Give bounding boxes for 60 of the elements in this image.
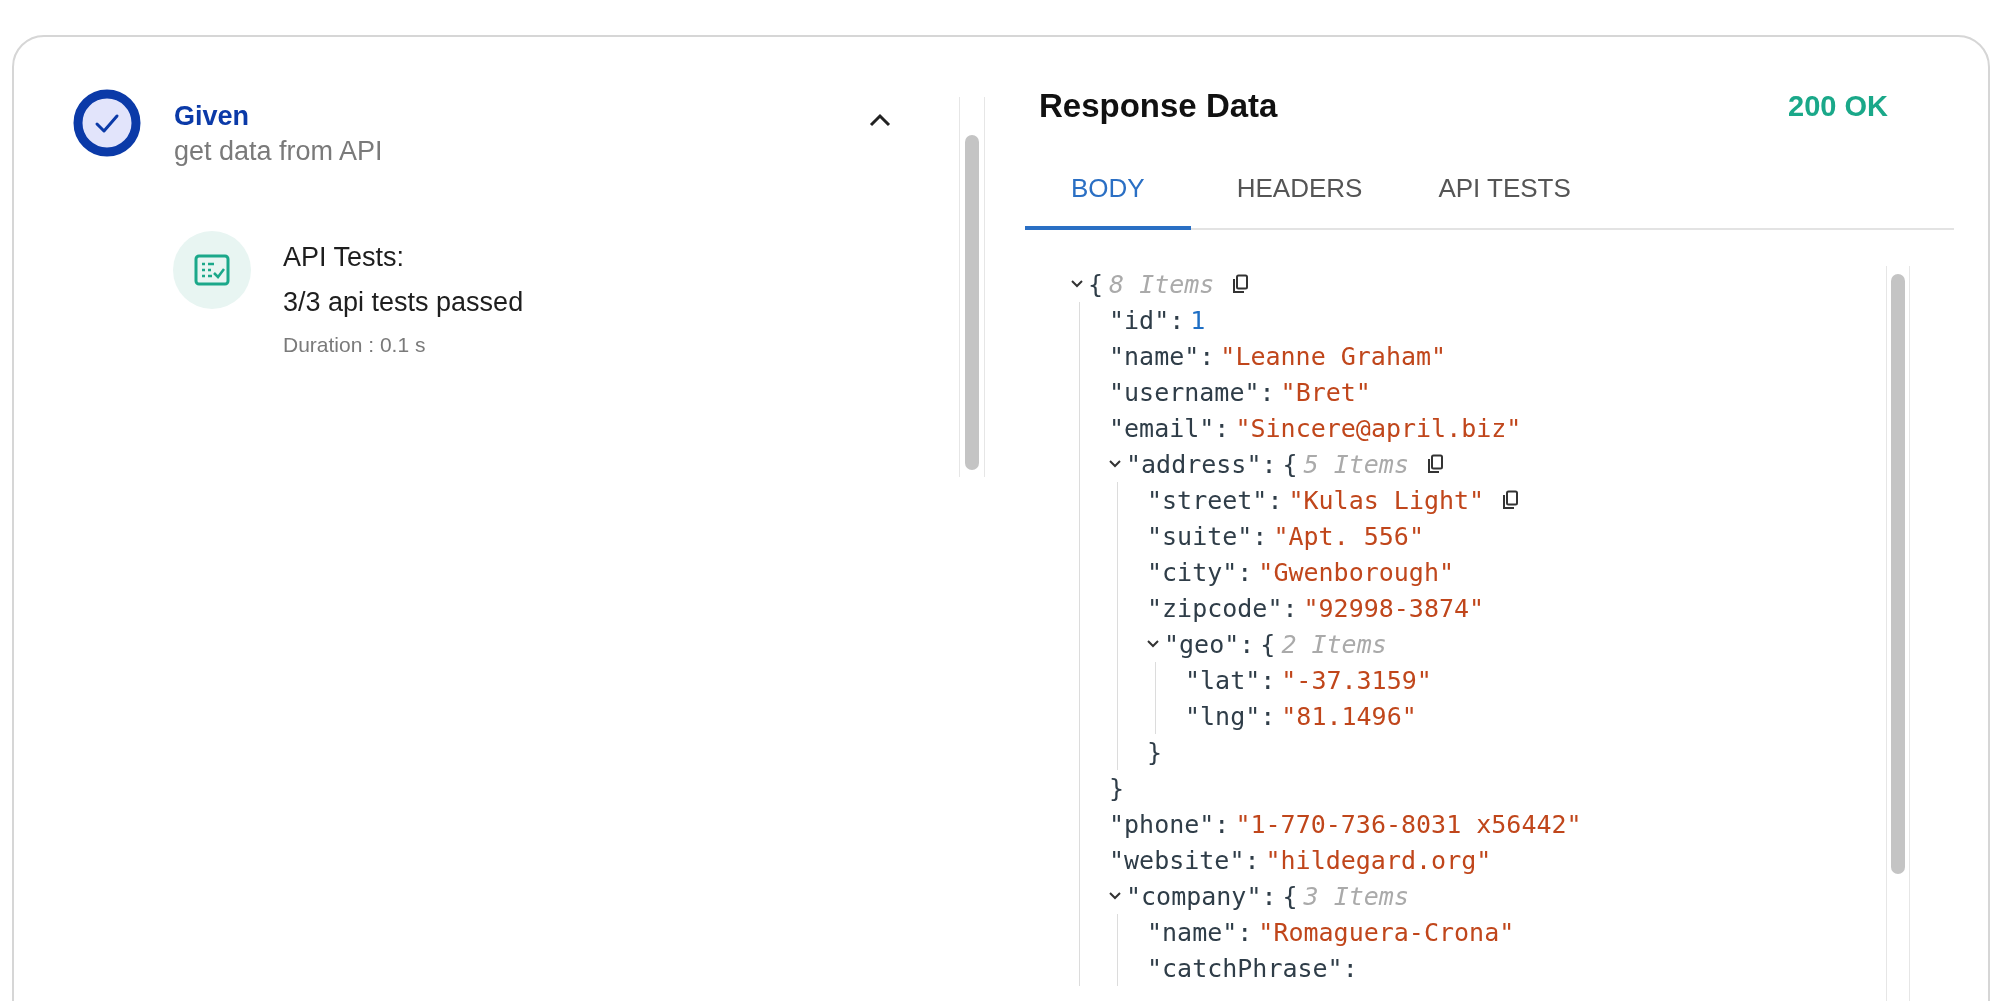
duration-text: Duration : 0.1 s	[283, 333, 427, 357]
item-count: 3 Items	[1303, 881, 1409, 911]
json-key: "company":	[1126, 881, 1277, 911]
json-value: "hildegard.org"	[1265, 845, 1492, 875]
json-key: "catchPhrase":	[1147, 953, 1358, 983]
json-key: "lng":	[1185, 701, 1276, 731]
chevron-down-icon[interactable]	[1109, 892, 1121, 900]
json-value: "1-770-736-8031 x56442"	[1235, 809, 1582, 839]
open-brace: {	[1088, 269, 1104, 299]
json-key: "zipcode":	[1147, 593, 1298, 623]
json-value: "Bret"	[1280, 377, 1371, 407]
json-value: "Kulas Light"	[1288, 485, 1485, 515]
result-summary: 3/3 api tests passed	[283, 286, 524, 319]
open-brace: {	[1282, 449, 1298, 479]
json-key: "lat":	[1185, 665, 1276, 695]
json-value: "Leanne Graham"	[1220, 341, 1447, 371]
json-key: "street":	[1147, 485, 1283, 515]
step-description: get data from API	[174, 135, 384, 168]
json-value: "Apt. 556"	[1273, 521, 1424, 551]
panel-title: Response Data	[1039, 87, 1278, 125]
chevron-down-icon[interactable]	[1109, 460, 1121, 468]
scrollbar[interactable]	[959, 97, 985, 477]
item-count: 2 Items	[1281, 629, 1387, 659]
item-count: 5 Items	[1303, 449, 1409, 479]
copy-icon[interactable]	[1232, 274, 1251, 294]
close-brace: }	[1147, 737, 1163, 767]
json-key: "name":	[1147, 917, 1253, 947]
open-brace: {	[1260, 629, 1276, 659]
close-brace: }	[1109, 773, 1125, 803]
json-key: "username":	[1109, 377, 1275, 407]
json-key: "email":	[1109, 413, 1230, 443]
item-count: 8 Items	[1109, 269, 1215, 299]
json-value: "Romaguera-Crona"	[1258, 917, 1515, 947]
copy-icon[interactable]	[1426, 454, 1445, 474]
open-brace: {	[1282, 881, 1298, 911]
chevron-down-icon[interactable]	[1147, 640, 1159, 648]
json-key: "city":	[1147, 557, 1253, 587]
json-key: "geo":	[1164, 629, 1255, 659]
scrollbar[interactable]	[1886, 266, 1910, 1001]
json-value: "Gwenborough"	[1258, 557, 1455, 587]
json-key: "phone":	[1109, 809, 1230, 839]
copy-icon[interactable]	[1502, 490, 1521, 510]
json-value: "92998-3874"	[1303, 593, 1485, 623]
json-key: "id":	[1109, 305, 1185, 335]
json-value: "81.1496"	[1281, 701, 1417, 731]
json-value: 1	[1190, 305, 1206, 335]
json-key: "address":	[1126, 449, 1277, 479]
chevron-down-icon[interactable]	[1071, 280, 1083, 288]
step-title: Given	[174, 100, 251, 133]
json-key: "name":	[1109, 341, 1215, 371]
json-key: "suite":	[1147, 521, 1268, 551]
result-title: API Tests:	[283, 241, 406, 274]
tab[interactable]: API TESTS	[1392, 159, 1601, 230]
status-code: 200 OK	[1788, 89, 1888, 123]
chevron-up-icon[interactable]	[869, 113, 891, 127]
tab[interactable]: HEADERS	[1190, 159, 1393, 230]
json-key: "website":	[1109, 845, 1260, 875]
json-value: "-37.3159"	[1281, 665, 1432, 695]
tab[interactable]: BODY	[1025, 159, 1191, 230]
json-value: "Sincere@april.biz"	[1235, 413, 1522, 443]
